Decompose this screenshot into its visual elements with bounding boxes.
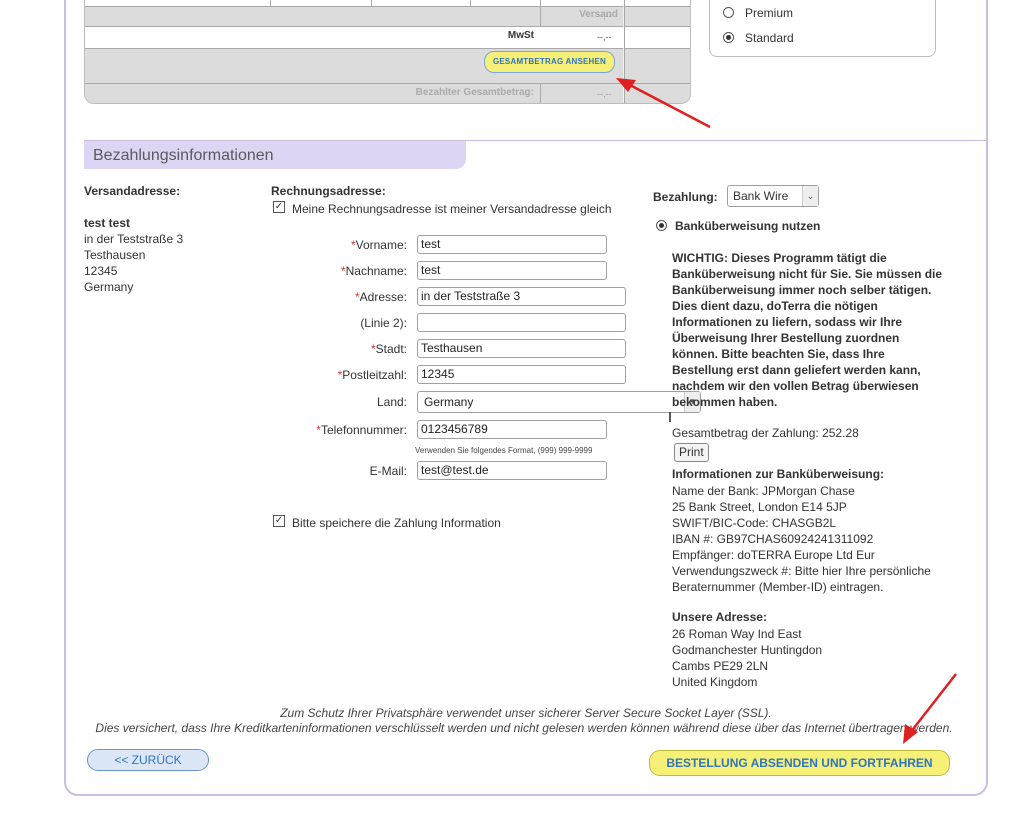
annotation-overlay <box>616 78 957 744</box>
annotation-arrow-icon <box>903 673 957 744</box>
annotation-arrow-icon <box>616 78 711 129</box>
